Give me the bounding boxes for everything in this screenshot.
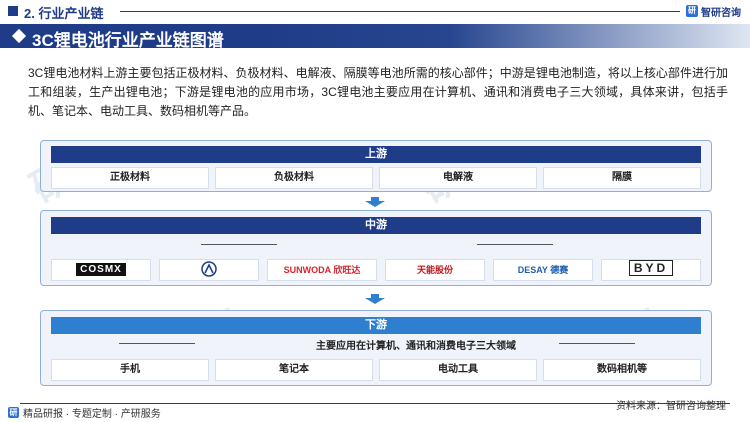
divider xyxy=(477,244,553,245)
section-divider xyxy=(120,11,680,12)
footer-left-text: 精品研报 · 专题定制 · 产研服务 xyxy=(23,409,161,420)
downstream-item: 数码相机等 xyxy=(543,359,701,381)
brand-logo-desay: DESAY 德赛 xyxy=(493,259,593,281)
logo-text: 智研咨询 xyxy=(701,7,741,19)
upstream-item: 正极材料 xyxy=(51,167,209,189)
downstream-header: 下游 xyxy=(51,317,701,334)
diamond-icon xyxy=(11,28,27,44)
divider xyxy=(559,343,635,344)
arrow-down-icon xyxy=(360,197,390,207)
divider xyxy=(119,343,195,344)
brand-logo-byd: BYD xyxy=(601,259,701,281)
brand-logo: 研 智研咨询 xyxy=(686,4,741,19)
footer-tagline: 研 精品研报 · 专题定制 · 产研服务 xyxy=(8,405,161,420)
midstream-header: 中游 xyxy=(51,217,701,234)
downstream-item: 笔记本 xyxy=(215,359,373,381)
upstream-item: 隔膜 xyxy=(543,167,701,189)
brand-logo-sunwoda: SUNWODA 欣旺达 xyxy=(267,259,377,281)
upstream-panel: 上游 正极材料 负极材料 电解液 隔膜 xyxy=(40,140,712,192)
downstream-subtitle: 主要应用在计算机、通讯和消费电子三大领域 xyxy=(316,341,516,352)
intro-paragraph: 3C锂电池材料上游主要包括正极材料、负极材料、电解液、隔膜等电池所需的核心部件；… xyxy=(28,66,728,118)
brand-logo-cosmx: COSMX xyxy=(51,259,151,281)
source-note: 资料来源：智研咨询整理 xyxy=(616,401,726,412)
section-header: 2. 行业产业链 研 智研咨询 xyxy=(0,0,750,22)
atl-icon xyxy=(201,261,217,278)
logo-icon: 研 xyxy=(686,5,698,17)
downstream-panel: 下游 主要应用在计算机、通讯和消费电子三大领域 手机 笔记本 电动工具 数码相机… xyxy=(40,310,712,386)
section-marker-icon xyxy=(8,6,18,16)
downstream-item: 电动工具 xyxy=(379,359,537,381)
brand-logo-atl xyxy=(159,259,259,281)
upstream-item: 电解液 xyxy=(379,167,537,189)
midstream-panel: 中游 COSMX SUNWODA 欣旺达 天能股份 DESAY 德赛 BYD xyxy=(40,210,712,286)
page-title: 3C锂电池行业产业链图谱 xyxy=(32,31,224,50)
upstream-item: 负极材料 xyxy=(215,167,373,189)
arrow-down-icon xyxy=(360,294,390,304)
footer-logo-icon: 研 xyxy=(8,407,19,418)
title-banner: 3C锂电池行业产业链图谱 xyxy=(0,24,750,50)
upstream-header: 上游 xyxy=(51,146,701,163)
brand-logo-tianneng: 天能股份 xyxy=(385,259,485,281)
divider xyxy=(201,244,277,245)
section-title: 2. 行业产业链 xyxy=(24,6,104,21)
downstream-item: 手机 xyxy=(51,359,209,381)
